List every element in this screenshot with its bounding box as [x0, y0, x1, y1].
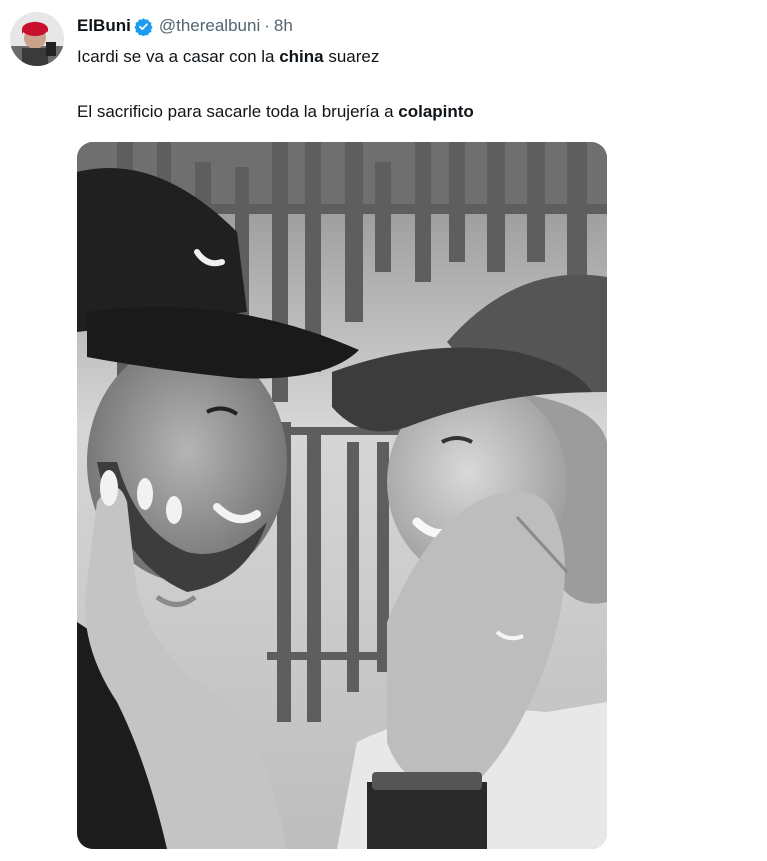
- display-name[interactable]: ElBuni: [77, 16, 131, 36]
- tweet-text-line-1: Icardi se va a casar con la china suarez: [77, 47, 379, 67]
- tweet-text-bold: colapinto: [398, 102, 474, 121]
- tweet-text-bold: china: [279, 47, 324, 66]
- timestamp[interactable]: 8h: [274, 16, 293, 36]
- tweet-header: ElBuni @therealbuni · 8h: [77, 14, 293, 38]
- separator-dot: ·: [264, 16, 270, 35]
- tweet-text-segment: suarez: [323, 47, 380, 66]
- tweet-text-line-2: El sacrificio para sacarle toda la bruje…: [77, 102, 474, 122]
- tweet-text-segment: Icardi se va a casar con la: [77, 47, 280, 66]
- tweet[interactable]: ElBuni @therealbuni · 8h Icardi se va a …: [0, 0, 767, 861]
- tweet-text-segment: El sacrificio para sacarle toda la bruje…: [77, 102, 399, 121]
- avatar[interactable]: [10, 12, 64, 66]
- handle[interactable]: @therealbuni: [159, 16, 260, 36]
- verified-badge-icon: [134, 17, 153, 37]
- tweet-photo[interactable]: [77, 142, 607, 849]
